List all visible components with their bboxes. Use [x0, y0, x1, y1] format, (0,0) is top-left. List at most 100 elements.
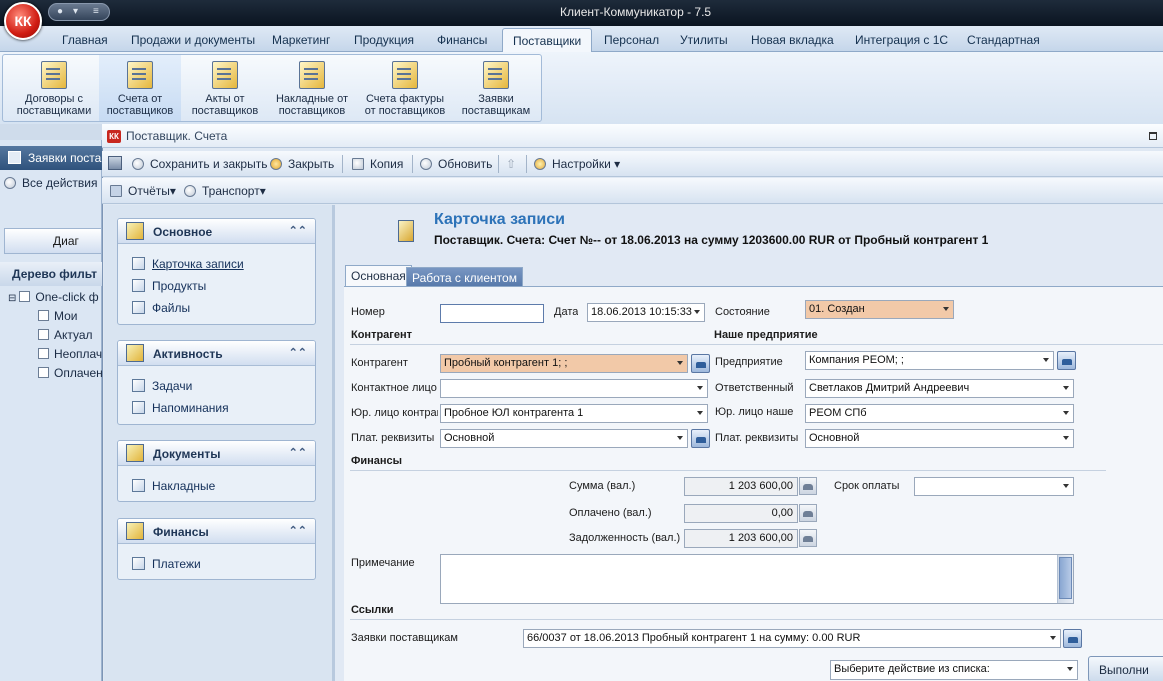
nav-item-files[interactable]: Файлы — [132, 301, 190, 315]
tree-item[interactable]: Оплачен — [38, 366, 103, 380]
payment-term-input[interactable] — [914, 477, 1074, 496]
tab-main[interactable]: Главная — [62, 33, 108, 47]
nav-item-record-card[interactable]: Карточка записи — [132, 257, 244, 271]
nav-item-tasks[interactable]: Задачи — [132, 379, 192, 393]
app-menu-button[interactable]: КК — [4, 2, 42, 40]
invoices-button[interactable]: Счета от поставщиков — [99, 55, 181, 121]
up-arrow-icon[interactable]: ⇧ — [506, 157, 516, 171]
tree-root[interactable]: ⊟ One-click ф — [8, 290, 99, 304]
lookup-button[interactable] — [691, 354, 710, 373]
collapse-icon[interactable]: ⌃⌃ — [289, 446, 307, 459]
tree-checkbox[interactable] — [38, 310, 49, 321]
requests-button[interactable]: Заявки поставщикам — [455, 55, 537, 121]
collapse-icon[interactable]: ⊟ — [8, 293, 16, 304]
counterparty-select[interactable]: Пробный контрагент 1; ; — [440, 354, 688, 373]
nav-group-header[interactable]: Активность ⌃⌃ — [118, 341, 315, 366]
execute-button[interactable]: Выполни — [1088, 656, 1163, 681]
chevron-down-icon[interactable]: ▾ — [73, 6, 78, 17]
maximize-icon[interactable] — [1149, 132, 1157, 140]
tab-finance[interactable]: Финансы — [437, 33, 487, 47]
legal-entity-select[interactable]: Пробное ЮЛ контрагента 1 — [440, 404, 708, 423]
diagram-button[interactable]: Диаг — [4, 228, 102, 254]
tab-marketing[interactable]: Маркетинг — [272, 33, 330, 47]
calculator-icon[interactable] — [799, 504, 817, 522]
copy-button[interactable]: Копия — [352, 157, 403, 171]
all-actions-menu[interactable]: Все действия — [4, 176, 97, 190]
tab-main-form[interactable]: Основная — [345, 265, 412, 286]
tab-client-work[interactable]: Работа с клиентом — [406, 267, 523, 286]
acts-button[interactable]: Акты от поставщиков — [185, 55, 265, 121]
contracts-button[interactable]: Договоры с поставщиками — [11, 55, 97, 121]
scrollbar-thumb[interactable] — [1059, 557, 1072, 599]
chevron-down-icon[interactable] — [1050, 636, 1056, 640]
nav-item-payments[interactable]: Платежи — [132, 557, 201, 571]
lookup-button[interactable] — [1063, 629, 1082, 648]
tree-item[interactable]: Неоплач — [38, 347, 102, 361]
tab-sales[interactable]: Продажи и документы — [131, 33, 255, 47]
chevron-down-icon[interactable] — [943, 307, 949, 311]
calculator-icon[interactable] — [799, 477, 817, 495]
tab-standard[interactable]: Стандартная — [967, 33, 1040, 47]
tree-checkbox[interactable] — [38, 329, 49, 340]
tab-1c[interactable]: Интеграция с 1С — [855, 33, 948, 47]
nav-item-waybills[interactable]: Накладные — [132, 479, 215, 493]
tab-suppliers[interactable]: Поставщики — [502, 28, 593, 53]
nav-item-reminders[interactable]: Напоминания — [132, 401, 229, 415]
note-textarea[interactable] — [440, 554, 1074, 604]
nav-item-products[interactable]: Продукты — [132, 279, 206, 293]
tab-personnel[interactable]: Персонал — [604, 33, 659, 47]
responsible-select[interactable]: Светлаков Дмитрий Андреевич — [805, 379, 1074, 398]
save-icon[interactable] — [108, 156, 122, 170]
save-close-button[interactable]: Сохранить и закрыть — [132, 157, 267, 171]
nav-group-header[interactable]: Документы ⌃⌃ — [118, 441, 315, 466]
qat-menu-icon[interactable]: ≡ — [93, 6, 99, 17]
lookup-button[interactable] — [691, 429, 710, 448]
calculator-icon[interactable] — [799, 529, 817, 547]
chevron-down-icon[interactable] — [1063, 386, 1069, 390]
company-select[interactable]: Компания РЕОМ; ; — [805, 351, 1054, 370]
action-select[interactable]: Выберите действие из списка: — [830, 660, 1078, 680]
payment-details-select[interactable]: Основной — [440, 429, 688, 448]
nav-group-header[interactable]: Финансы ⌃⌃ — [118, 519, 315, 544]
our-legal-select[interactable]: РЕОМ СПб — [805, 404, 1074, 423]
tax-invoices-button[interactable]: Счета фактуры от поставщиков — [359, 55, 451, 121]
tab-utilities[interactable]: Утилиты — [680, 33, 728, 47]
tree-root-checkbox[interactable] — [19, 291, 31, 302]
collapse-icon[interactable]: ⌃⌃ — [289, 346, 307, 359]
state-select[interactable]: 01. Создан — [805, 300, 954, 319]
chevron-down-icon[interactable] — [677, 361, 683, 365]
chevron-down-icon[interactable] — [1063, 436, 1069, 440]
collapse-icon[interactable]: ⌃⌃ — [289, 224, 307, 237]
chevron-down-icon[interactable] — [697, 386, 703, 390]
chevron-down-icon[interactable] — [1067, 667, 1073, 671]
scrollbar[interactable] — [1057, 555, 1073, 603]
chevron-down-icon[interactable] — [677, 436, 683, 440]
left-pane-header[interactable]: Заявки поставщ — [0, 146, 102, 170]
close-button[interactable]: Закрыть — [270, 157, 334, 171]
tab-new[interactable]: Новая вкладка — [751, 33, 834, 47]
chevron-down-icon[interactable] — [694, 310, 700, 314]
waybills-button[interactable]: Накладные от поставщиков — [269, 55, 355, 121]
contact-select[interactable] — [440, 379, 708, 398]
tree-item[interactable]: Мои — [38, 309, 78, 323]
nav-group-header[interactable]: Основное ⌃⌃ — [118, 219, 315, 244]
date-input[interactable]: 18.06.2013 10:15:33 — [587, 303, 705, 322]
requests-select[interactable]: 66/0037 от 18.06.2013 Пробный контрагент… — [523, 629, 1061, 648]
tab-products[interactable]: Продукция — [354, 33, 414, 47]
reports-button[interactable]: Отчёты▾ — [110, 184, 176, 198]
chevron-down-icon[interactable] — [1063, 411, 1069, 415]
refresh-button[interactable]: Обновить — [420, 157, 492, 171]
our-payment-select[interactable]: Основной — [805, 429, 1074, 448]
tree-checkbox[interactable] — [38, 348, 49, 359]
tree-checkbox[interactable] — [38, 367, 49, 378]
help-icon[interactable]: ● — [57, 6, 63, 17]
lookup-button[interactable] — [1057, 351, 1076, 370]
number-input[interactable] — [440, 304, 544, 323]
settings-button[interactable]: Настройки ▾ — [534, 157, 620, 171]
collapse-icon[interactable]: ⌃⌃ — [289, 524, 307, 537]
quick-access-toolbar[interactable]: ● ▾ ≡ — [48, 3, 110, 21]
tree-item[interactable]: Актуал — [38, 328, 93, 342]
chevron-down-icon[interactable] — [1043, 358, 1049, 362]
chevron-down-icon[interactable] — [1063, 484, 1069, 488]
chevron-down-icon[interactable] — [697, 411, 703, 415]
